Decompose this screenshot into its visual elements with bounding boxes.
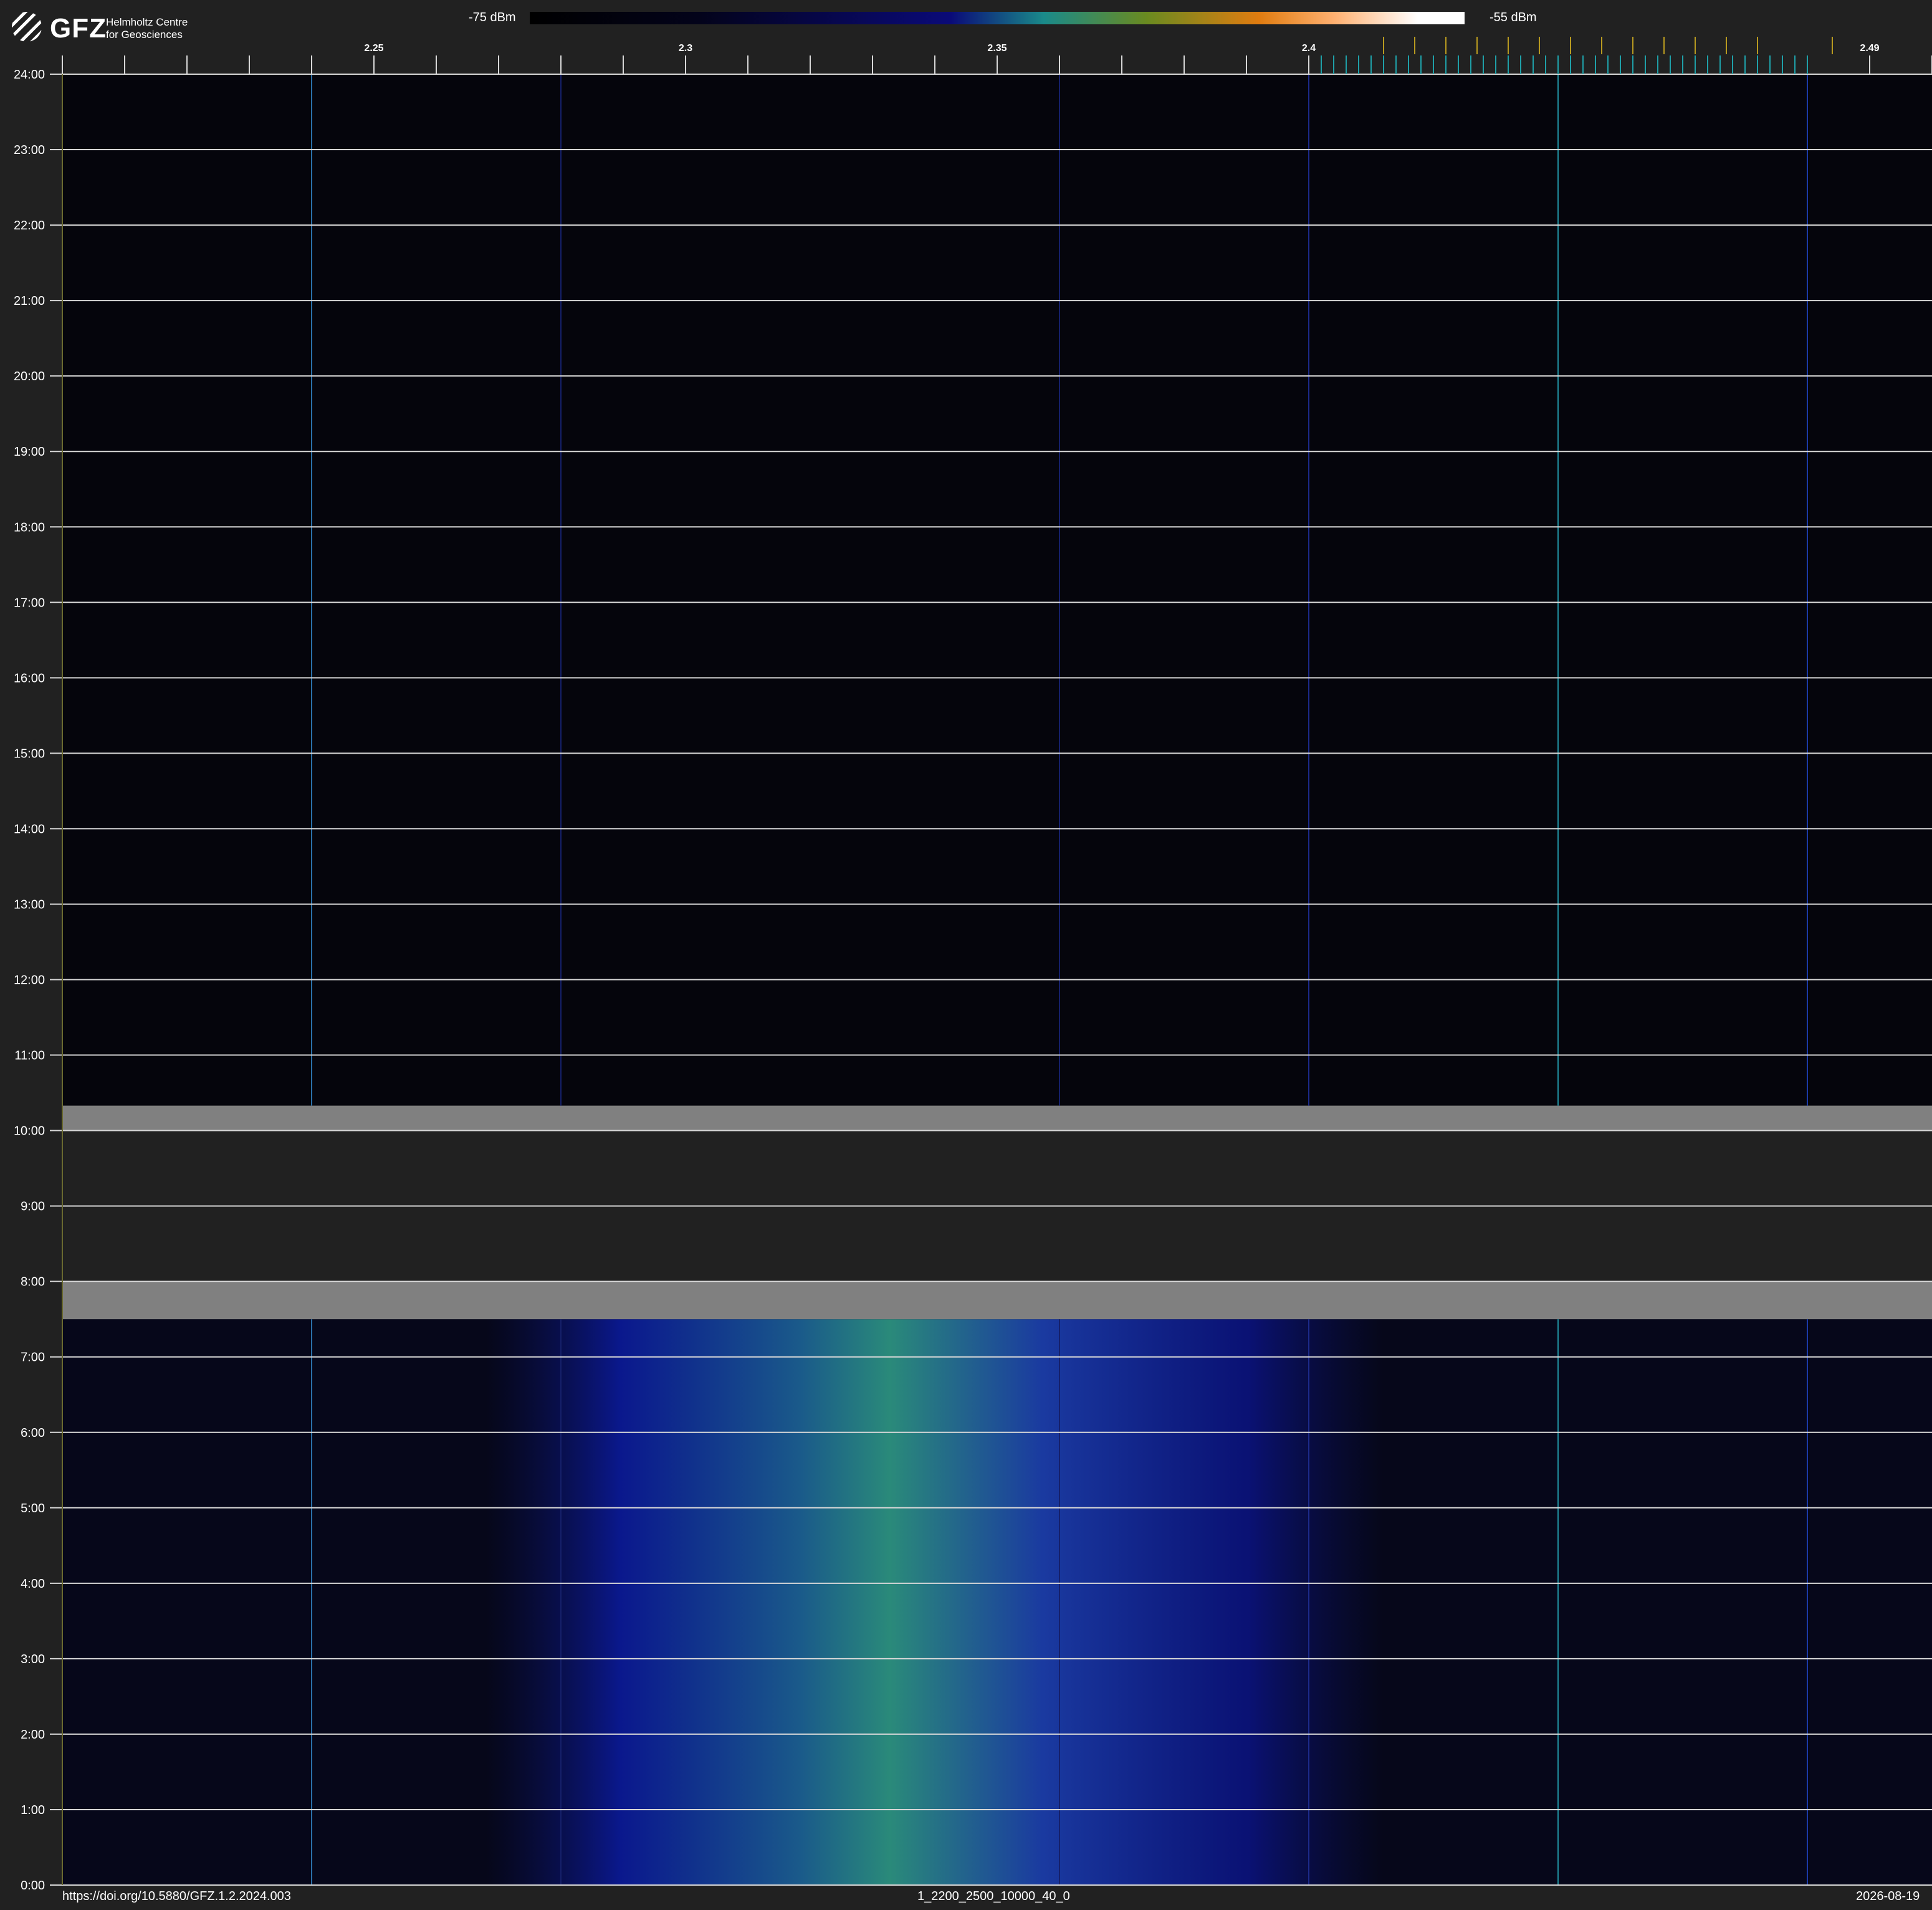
x-tick-label: 2.3 <box>679 43 692 54</box>
y-tick-label: 11:00 <box>14 1049 45 1063</box>
gray-band-0 <box>62 1281 1932 1320</box>
gray-band-1 <box>62 1105 1932 1131</box>
y-tick-label: 9:00 <box>21 1200 45 1214</box>
y-tick-label: 1:00 <box>21 1803 45 1817</box>
y-tick-label: 10:00 <box>14 1125 45 1138</box>
spectrogram-chart: 2.25 2.3 2.35 2.4 2.49 0:00 1:00 2:00 3:00 4:00 5… <box>14 37 1932 1893</box>
footer-dataset-id: 1_2200_2500_10000_40_0 <box>917 1889 1070 1903</box>
y-tick-label: 16:00 <box>14 671 45 685</box>
y-tick-label: 12:00 <box>14 974 45 987</box>
x-tick-label: 2.49 <box>1860 43 1879 54</box>
x-tick-label: 2.4 <box>1302 43 1316 54</box>
footer-date: 2026-08-19 <box>1856 1889 1920 1903</box>
y-tick-label: 22:00 <box>14 219 45 233</box>
y-tick-label: 18:00 <box>14 521 45 534</box>
y-tick-label: 14:00 <box>14 822 45 836</box>
y-tick-label: 6:00 <box>21 1426 45 1440</box>
y-tick-label: 20:00 <box>14 370 45 383</box>
x-tick-label: 2.25 <box>364 43 383 54</box>
y-tick-label: 2:00 <box>21 1728 45 1742</box>
spectrogram-page: GFZ Helmholtz Centre for Geosciences -75… <box>0 0 1932 1910</box>
x-tick-label: 2.35 <box>987 43 1007 54</box>
footer-doi: https://doi.org/10.5880/GFZ.1.2.2024.003 <box>62 1889 291 1903</box>
y-tick-label: 23:00 <box>14 143 45 157</box>
y-tick-label: 21:00 <box>14 294 45 308</box>
y-tick-label: 3:00 <box>21 1653 45 1666</box>
y-tick-label: 5:00 <box>21 1502 45 1515</box>
y-tick-label: 0:00 <box>21 1879 45 1893</box>
y-tick-label: 24:00 <box>14 68 45 82</box>
y-tick-label: 4:00 <box>21 1577 45 1591</box>
y-tick-label: 13:00 <box>14 898 45 911</box>
y-tick-label: 8:00 <box>21 1275 45 1289</box>
y-tick-label: 15:00 <box>14 747 45 761</box>
broadband-emission <box>486 1319 1384 1885</box>
y-tick-label: 7:00 <box>21 1351 45 1365</box>
y-tick-label: 19:00 <box>14 445 45 459</box>
y-tick-label: 17:00 <box>14 596 45 610</box>
